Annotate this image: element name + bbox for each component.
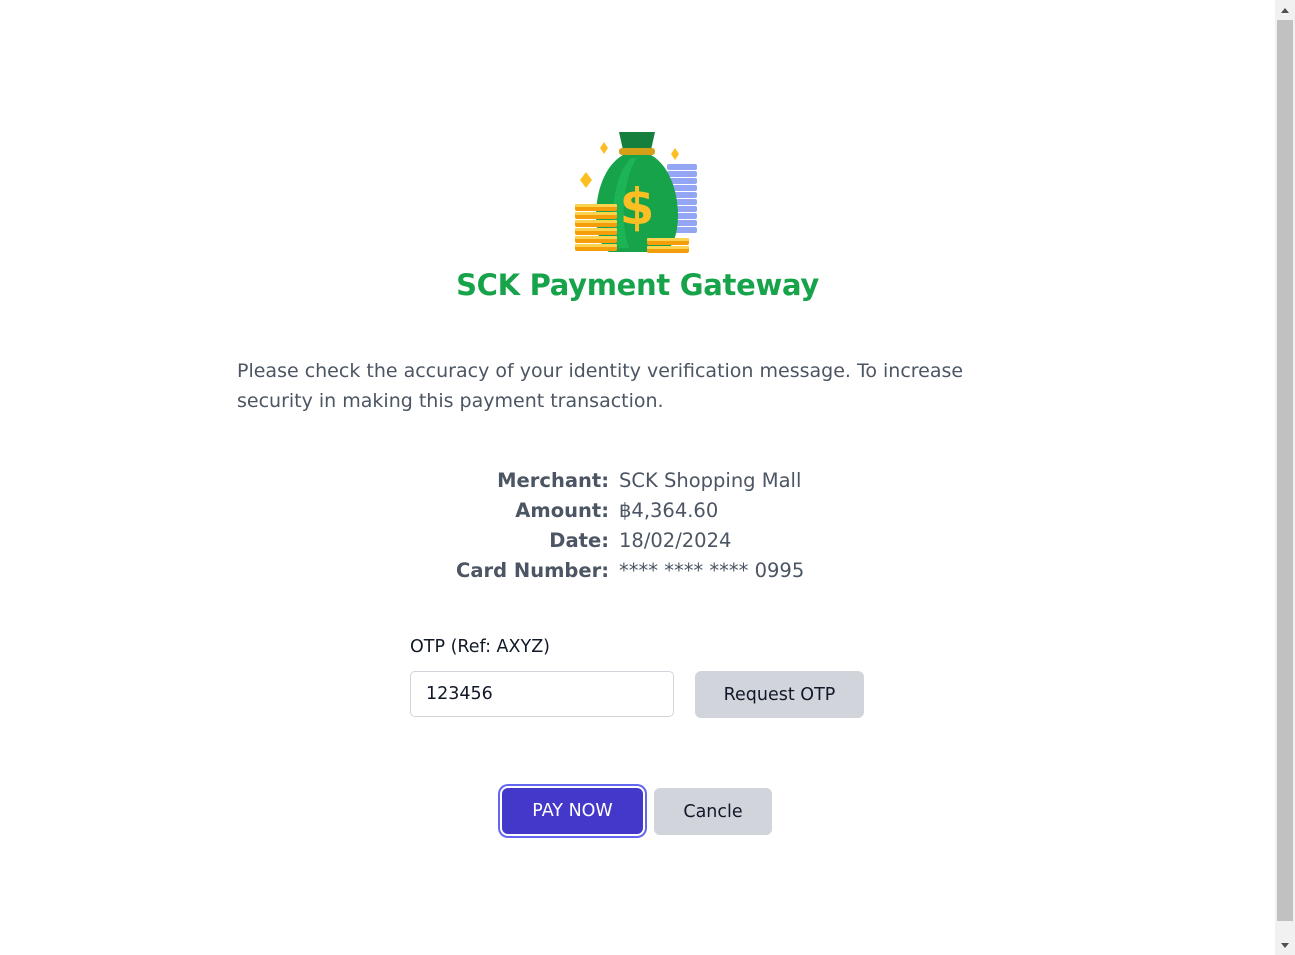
date-value: 18/02/2024 (619, 529, 732, 552)
verification-message: Please check the accuracy of your identi… (237, 360, 964, 412)
pay-now-button[interactable]: PAY NOW (502, 788, 643, 834)
otp-input[interactable] (410, 671, 674, 717)
merchant-label: Merchant: (497, 469, 609, 492)
request-otp-button[interactable]: Request OTP (695, 671, 864, 718)
amount-value: ฿4,364.60 (619, 499, 719, 522)
money-bag-icon: $ (575, 132, 697, 253)
scroll-down-arrow-icon[interactable] (1275, 935, 1295, 955)
page: $ SCK Payment Gateway Please check the a… (0, 0, 1295, 955)
date-row: Date: 18/02/2024 (0, 526, 1275, 556)
date-label: Date: (549, 529, 609, 552)
merchant-value: SCK Shopping Mall (619, 469, 802, 492)
page-title: SCK Payment Gateway (456, 268, 819, 302)
transaction-details: Merchant: SCK Shopping Mall Amount: ฿4,3… (0, 466, 1275, 586)
merchant-row: Merchant: SCK Shopping Mall (0, 466, 1275, 496)
svg-text:$: $ (620, 178, 655, 236)
scroll-up-arrow-icon[interactable] (1275, 0, 1295, 20)
card-number-label: Card Number: (456, 559, 609, 582)
scrollbar-thumb[interactable] (1277, 20, 1293, 921)
card-number-row: Card Number: **** **** **** 0995 (0, 556, 1275, 586)
cancel-button[interactable]: Cancle (654, 788, 772, 835)
payment-form: $ SCK Payment Gateway Please check the a… (0, 0, 1275, 955)
card-number-value: **** **** **** 0995 (619, 559, 805, 582)
otp-label: OTP (Ref: AXYZ) (410, 637, 551, 657)
amount-row: Amount: ฿4,364.60 (0, 496, 1275, 526)
vertical-scrollbar[interactable] (1275, 0, 1295, 955)
amount-label: Amount: (515, 499, 609, 522)
